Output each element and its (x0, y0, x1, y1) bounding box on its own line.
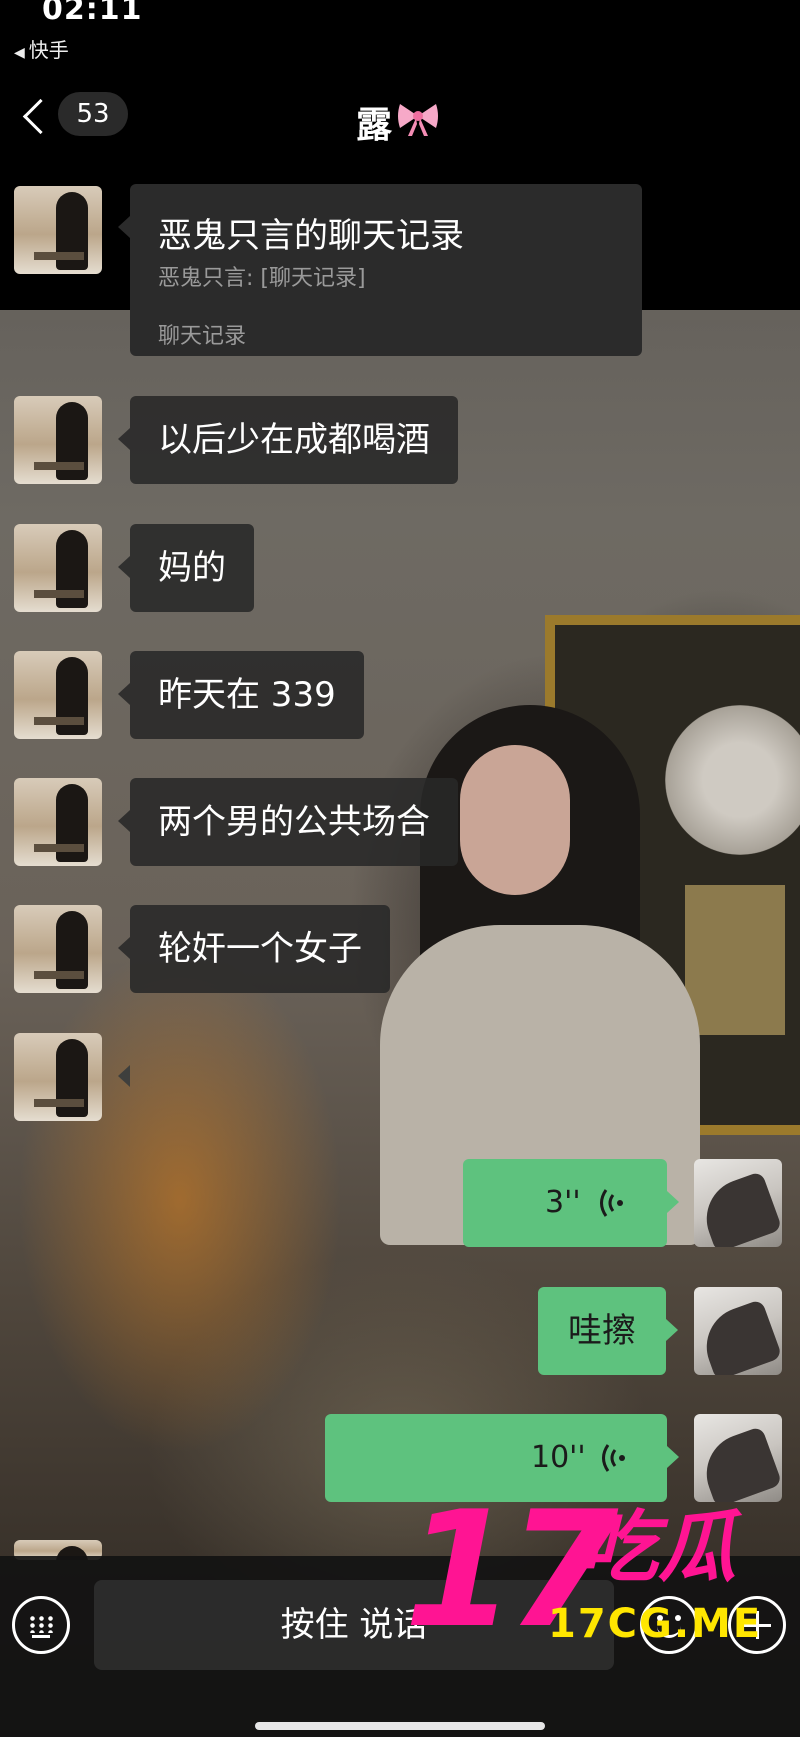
back-triangle-icon: ◀ (14, 45, 25, 61)
watermark-chinese: 吃瓜 (580, 1503, 737, 1593)
contact-avatar[interactable] (14, 905, 102, 993)
contact-avatar[interactable] (14, 778, 102, 866)
card-title: 恶鬼只言的聊天记录 (158, 216, 464, 256)
contact-avatar[interactable] (14, 396, 102, 484)
message-bubble[interactable]: 昨天在 339 (118, 651, 364, 739)
voice-duration: 3'' (545, 1185, 581, 1220)
back-to-app-link[interactable]: ◀ 快手 (14, 34, 69, 63)
voice-message-bubble[interactable]: 3'' (463, 1159, 679, 1247)
back-app-label: 快手 (28, 38, 69, 62)
contact-avatar[interactable] (14, 186, 102, 274)
back-button[interactable] (18, 96, 48, 136)
message-bubble[interactable]: 以后少在成都喝酒 (118, 396, 458, 484)
contact-avatar[interactable] (14, 1033, 102, 1121)
my-avatar[interactable] (694, 1414, 782, 1502)
keyboard-icon[interactable] (12, 1596, 70, 1654)
message-bubble[interactable]: 妈的 (118, 524, 254, 612)
pink-bow-icon (398, 104, 438, 136)
my-message-bubble[interactable]: 哇擦 (538, 1287, 678, 1375)
voice-wave-icon (602, 1444, 625, 1472)
my-avatar[interactable] (694, 1287, 782, 1375)
message-bubble[interactable]: 轮奸一个女子 (118, 905, 390, 993)
my-avatar[interactable] (694, 1159, 782, 1247)
status-time: 02:11 (42, 0, 143, 27)
card-subtitle: 恶鬼只言: [聊天记录] (158, 266, 366, 291)
contact-avatar[interactable] (14, 524, 102, 612)
unread-count-badge[interactable]: 53 (58, 92, 128, 136)
card-footer: 聊天记录 (158, 324, 247, 349)
message-bubble[interactable]: 两个男的公共场合 (118, 778, 458, 866)
contact-avatar[interactable] (14, 651, 102, 739)
voice-wave-icon (600, 1189, 623, 1217)
home-indicator[interactable] (255, 1722, 545, 1730)
watermark-url: 17CG.ME (548, 1601, 763, 1647)
chat-record-card[interactable]: 恶鬼只言的聊天记录 恶鬼只言: [聊天记录] 聊天记录 (118, 184, 642, 356)
contact-name: 露 (356, 105, 393, 146)
